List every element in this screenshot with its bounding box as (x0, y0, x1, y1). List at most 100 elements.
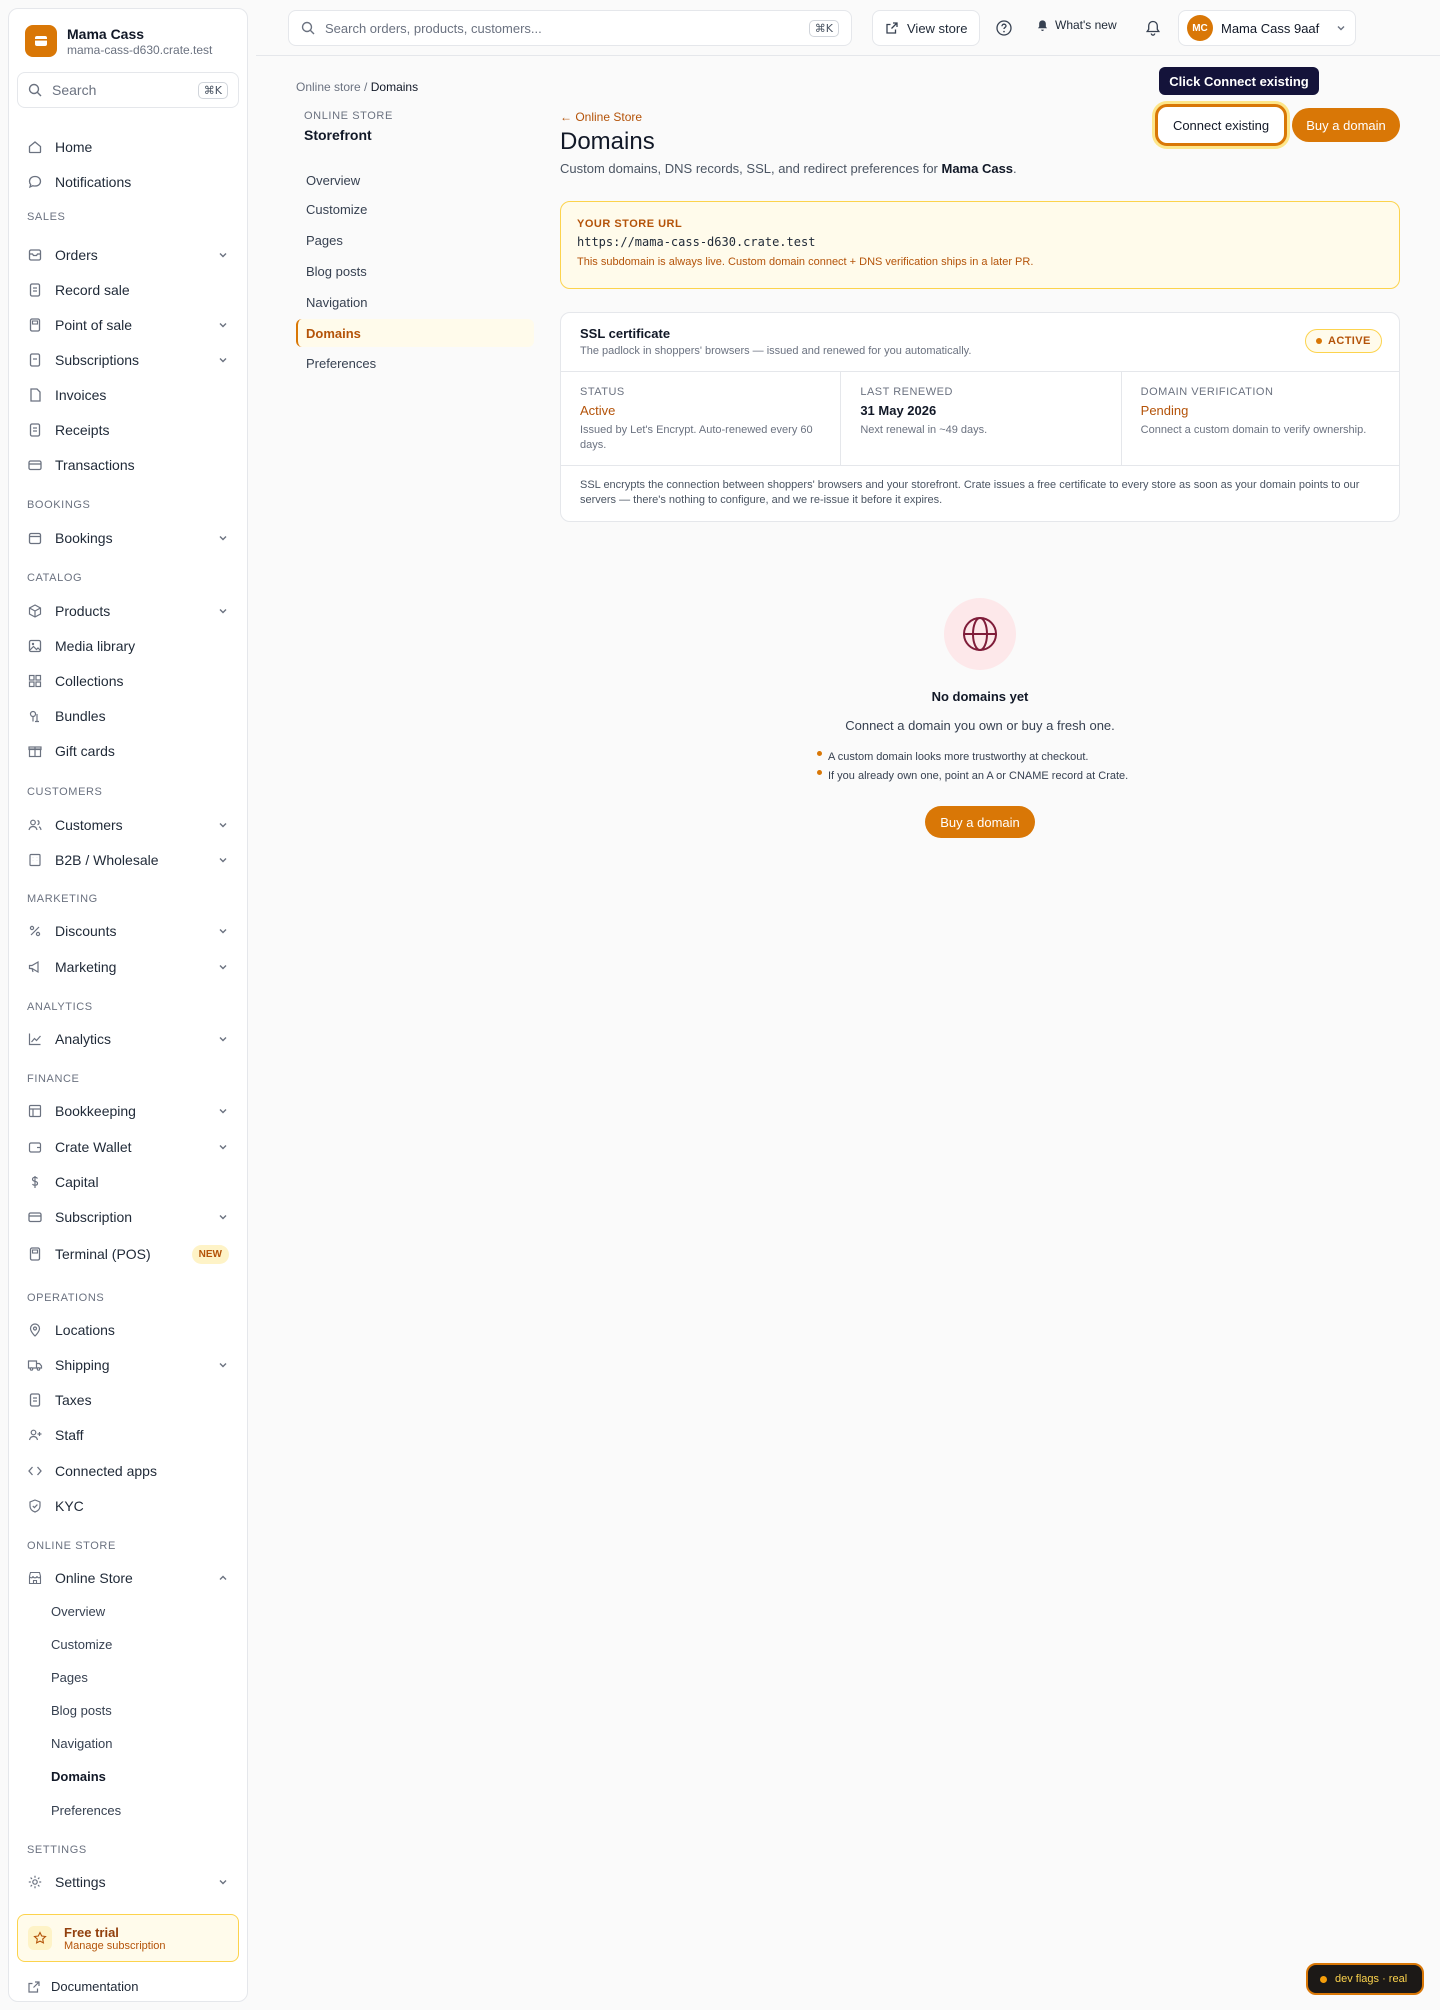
ssl-footer-text: SSL encrypts the connection between shop… (580, 479, 1360, 506)
dev-flags-toggle[interactable]: dev flags · real (1306, 1963, 1424, 1995)
back-to-online-store-link[interactable]: ← Online Store (560, 110, 642, 124)
subnav-item-preferences[interactable]: Preferences (296, 349, 534, 377)
sidebar-item-label: Shipping (55, 1357, 110, 1373)
chat-bubble-icon (27, 174, 43, 190)
chevron-down-icon (217, 819, 229, 831)
whats-new-button[interactable]: What's new (1036, 18, 1117, 32)
sidebar-item-b2b-wholesale[interactable]: B2B / Wholesale (17, 845, 239, 875)
breadcrumb-parent[interactable]: Online store (296, 80, 361, 94)
sidebar-item-settings[interactable]: Settings (17, 1867, 239, 1897)
help-icon[interactable] (993, 17, 1015, 39)
sidebar-item-shipping[interactable]: Shipping (17, 1350, 239, 1380)
sidebar-item-bundles[interactable]: Bundles (17, 701, 239, 731)
ssl-domain-verification-column: DOMAIN VERIFICATION Pending Connect a cu… (1122, 372, 1399, 465)
trial-title: Free trial (64, 1924, 119, 1940)
sidebar-item-bookings[interactable]: Bookings (17, 523, 239, 553)
sidebar-item-taxes[interactable]: Taxes (17, 1385, 239, 1415)
sidebar-subitem-pages[interactable]: Pages (51, 1670, 88, 1685)
sidebar-item-terminal-pos[interactable]: Terminal (POS) NEW (17, 1239, 239, 1269)
subnav-item-blog-posts[interactable]: Blog posts (296, 257, 534, 285)
sidebar-item-crate-wallet[interactable]: Crate Wallet (17, 1132, 239, 1162)
sidebar-item-connected-apps[interactable]: Connected apps (17, 1456, 239, 1486)
dev-flags-label: dev flags · real (1335, 1973, 1408, 1985)
subnav-item-pages[interactable]: Pages (296, 226, 534, 254)
notifications-bell-icon[interactable] (1142, 17, 1164, 39)
subnav-item-customize[interactable]: Customize (296, 195, 534, 223)
bullet-text: If you already own one, point an A or CN… (828, 770, 1129, 782)
column-note: Issued by Let's Encrypt. Auto-renewed ev… (580, 424, 813, 451)
sidebar-item-point-of-sale[interactable]: Point of sale (17, 310, 239, 340)
sidebar-item-label: Marketing (55, 959, 117, 975)
page-description-prefix: Custom domains, DNS records, SSL, and re… (560, 161, 942, 176)
section-label-settings: SETTINGS (27, 1844, 87, 1856)
sidebar-item-label: Connected apps (55, 1463, 157, 1479)
sidebar-item-record-sale[interactable]: Record sale (17, 275, 239, 305)
sidebar-item-notifications[interactable]: Notifications (17, 167, 239, 197)
sidebar-item-locations[interactable]: Locations (17, 1315, 239, 1345)
sidebar-item-marketing[interactable]: Marketing (17, 952, 239, 982)
documentation-link[interactable]: Documentation (27, 1979, 138, 1994)
column-value: Pending (1140, 403, 1189, 418)
subnav-section-label: ONLINE STORE (304, 110, 393, 122)
sidebar-subitem-blog-posts[interactable]: Blog posts (51, 1703, 112, 1718)
sidebar-item-online-store[interactable]: Online Store (17, 1563, 239, 1593)
chart-line-icon (27, 1031, 43, 1047)
manage-subscription-link[interactable]: Manage subscription (64, 1940, 166, 1952)
empty-state-bullet: If you already own one, point an A or CN… (817, 770, 1128, 782)
sidebar: Mama Cass mama-cass-d630.crate.test Sear… (8, 8, 248, 2002)
sidebar-item-collections[interactable]: Collections (17, 666, 239, 696)
column-value: Active (580, 403, 616, 418)
sidebar-item-receipts[interactable]: Receipts (17, 415, 239, 445)
sidebar-item-customers[interactable]: Customers (17, 810, 239, 840)
sidebar-item-label: Subscription (55, 1209, 133, 1225)
home-icon (27, 139, 43, 155)
map-pin-icon (27, 1322, 43, 1338)
sidebar-item-label: Online Store (55, 1570, 133, 1586)
section-label-online-store: ONLINE STORE (27, 1540, 116, 1552)
global-search-input[interactable]: Search orders, products, customers... ⌘K (288, 10, 852, 46)
chevron-down-icon (217, 1876, 229, 1888)
sidebar-item-gift-cards[interactable]: Gift cards (17, 736, 239, 766)
buy-a-domain-button[interactable]: Buy a domain (1292, 108, 1400, 142)
sidebar-item-subscriptions[interactable]: Subscriptions (17, 345, 239, 375)
chevron-down-icon (217, 1211, 229, 1223)
sidebar-item-discounts[interactable]: Discounts (17, 916, 239, 946)
sidebar-item-media-library[interactable]: Media library (17, 631, 239, 661)
store-url-note: This subdomain is always live. Custom do… (577, 256, 1034, 268)
sidebar-item-home[interactable]: Home (17, 132, 239, 162)
free-trial-card[interactable]: Free trial Manage subscription (17, 1914, 239, 1962)
store-url-value: https://mama-cass-d630.crate.test (577, 235, 816, 249)
empty-state-buy-domain-button[interactable]: Buy a domain (925, 806, 1035, 838)
sidebar-subitem-domains[interactable]: Domains (51, 1769, 106, 1784)
subnav-item-domains[interactable]: Domains (296, 319, 534, 347)
sidebar-item-analytics[interactable]: Analytics (17, 1024, 239, 1054)
sidebar-search-input[interactable]: Search ⌘K (17, 72, 239, 108)
chevron-down-icon (217, 354, 229, 366)
sidebar-item-staff[interactable]: Staff (17, 1420, 239, 1450)
sidebar-subitem-customize[interactable]: Customize (51, 1637, 112, 1652)
sidebar-subitem-navigation[interactable]: Navigation (51, 1736, 112, 1751)
sidebar-subitem-preferences[interactable]: Preferences (51, 1803, 121, 1818)
view-store-button[interactable]: View store (872, 10, 981, 46)
sidebar-item-transactions[interactable]: Transactions (17, 450, 239, 480)
sidebar-item-bookkeeping[interactable]: Bookkeeping (17, 1096, 239, 1126)
sidebar-item-kyc[interactable]: KYC (17, 1491, 239, 1521)
subnav-item-overview[interactable]: Overview (296, 166, 534, 194)
page-description: Custom domains, DNS records, SSL, and re… (560, 161, 1017, 176)
sidebar-item-subscription[interactable]: Subscription (17, 1202, 239, 1232)
sidebar-item-orders[interactable]: Orders (17, 240, 239, 270)
sidebar-item-products[interactable]: Products (17, 596, 239, 626)
sidebar-search-placeholder: Search (52, 82, 97, 98)
sidebar-item-capital[interactable]: Capital (17, 1167, 239, 1197)
breadcrumb-current: Domains (370, 80, 419, 94)
users-icon (27, 817, 43, 833)
connect-existing-button[interactable]: Connect existing (1155, 104, 1287, 146)
sidebar-item-invoices[interactable]: Invoices (17, 380, 239, 410)
subnav-item-navigation[interactable]: Navigation (296, 288, 534, 316)
account-menu[interactable]: MC Mama Cass 9aaf (1178, 10, 1356, 46)
view-store-label: View store (907, 20, 968, 36)
sidebar-subitem-overview[interactable]: Overview (51, 1604, 105, 1619)
page-description-store: Mama Cass (941, 161, 1014, 176)
brand[interactable]: Mama Cass mama-cass-d630.crate.test (25, 25, 212, 57)
page-description-suffix: . (1013, 161, 1017, 176)
